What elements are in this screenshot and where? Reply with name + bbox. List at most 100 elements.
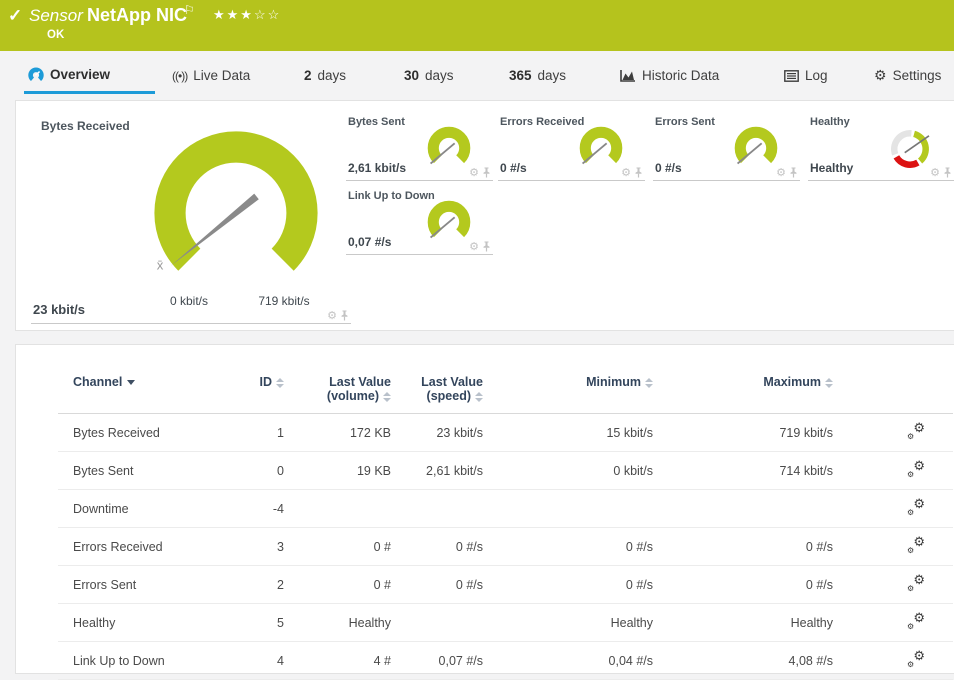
tab-365-days-number: 365 (509, 68, 532, 83)
gauge-settings-gear-icon[interactable]: ⚙ (930, 166, 940, 179)
column-header-last-value-speed[interactable]: Last Value (speed) (391, 371, 483, 414)
channel-id: 2 (238, 566, 284, 604)
channel-settings-gears-icon[interactable]: ⚙⚙ (907, 423, 925, 439)
column-header-actions (833, 371, 953, 414)
pin-icon[interactable] (943, 167, 952, 178)
priority-stars[interactable]: ★★★☆☆ (213, 7, 281, 23)
average-marker: x̄ (157, 257, 164, 272)
last-value-speed (391, 490, 483, 528)
column-header-last-value-volume[interactable]: Last Value (volume) (284, 371, 391, 414)
channel-name: Bytes Sent (58, 452, 238, 490)
channels-panel: Channel ID Last Value (volume) Last Valu… (15, 344, 954, 674)
gauge-settings-gear-icon[interactable]: ⚙ (621, 166, 631, 179)
gauge-value: 0 #/s (500, 161, 527, 175)
bytes-received-gauge-dial: x̄ (116, 123, 356, 303)
last-value-volume (284, 490, 391, 528)
tab-log-label: Log (805, 68, 828, 83)
channel-settings-gears-icon[interactable]: ⚙⚙ (907, 613, 925, 629)
tab-overview[interactable]: Overview (24, 57, 155, 94)
channel-settings-gears-icon[interactable]: ⚙⚙ (907, 575, 925, 591)
table-row: Link Up to Down 4 4 # 0,07 #/s 0,04 #/s … (58, 642, 953, 680)
minimum-value: Healthy (483, 604, 653, 642)
channel-settings-gears-icon[interactable]: ⚙⚙ (907, 461, 925, 477)
last-value-speed: 0 #/s (391, 566, 483, 604)
tab-overview-label: Overview (50, 67, 110, 82)
channel-id: 1 (238, 414, 284, 452)
tab-settings[interactable]: ⚙ Settings (870, 57, 945, 94)
sensor-status-badge: OK (47, 29, 64, 41)
tab-bar: Overview ((•)) Live Data 2 days 30 days … (0, 51, 954, 97)
last-value-speed (391, 604, 483, 642)
channel-name: Downtime (58, 490, 238, 528)
sort-icon (276, 378, 284, 388)
pin-icon[interactable] (789, 167, 798, 178)
maximum-value: 0 #/s (653, 528, 833, 566)
column-header-id[interactable]: ID (238, 371, 284, 414)
object-kind-label: Sensor (29, 6, 83, 26)
table-row: Healthy 5 Healthy Healthy Healthy ⚙⚙ (58, 604, 953, 642)
tab-365-days[interactable]: 365 days (505, 57, 570, 94)
tab-historic-data-label: Historic Data (642, 68, 719, 83)
maximum-value: 4,08 #/s (653, 642, 833, 680)
minimum-value: 0 #/s (483, 528, 653, 566)
log-list-icon (784, 70, 799, 82)
gauge-bytes-received: Bytes Received x̄ 0 kbit/s 719 kbit/s 23… (31, 113, 351, 324)
status-ok-check-icon: ✓ (8, 6, 22, 26)
channel-id: 4 (238, 642, 284, 680)
column-header-channel[interactable]: Channel (58, 371, 238, 414)
sort-desc-icon (127, 380, 135, 385)
gauge-icon (28, 67, 44, 82)
gauge-value: 0,07 #/s (348, 235, 391, 249)
channel-name: Bytes Received (58, 414, 238, 452)
channel-settings-gears-icon[interactable]: ⚙⚙ (907, 499, 925, 515)
gauge-settings-gear-icon[interactable]: ⚙ (776, 166, 786, 179)
sensor-name: NetApp NIC (87, 5, 187, 26)
channel-table: Channel ID Last Value (volume) Last Valu… (58, 371, 953, 680)
tab-2-days[interactable]: 2 days (300, 57, 350, 94)
stars-empty: ☆☆ (254, 7, 281, 22)
tab-30-days[interactable]: 30 days (400, 57, 458, 94)
sort-icon (825, 378, 833, 388)
table-row: Bytes Received 1 172 KB 23 kbit/s 15 kbi… (58, 414, 953, 452)
sort-icon (645, 378, 653, 388)
gauge-link-up-to-down: Link Up to Down 0,07 #/s ⚙ (346, 187, 493, 255)
gauge-bytes-sent: Bytes Sent 2,61 kbit/s ⚙ (346, 113, 493, 181)
gauge-errors-received: Errors Received 0 #/s ⚙ (498, 113, 645, 181)
maximum-value: 714 kbit/s (653, 452, 833, 490)
last-value-speed: 2,61 kbit/s (391, 452, 483, 490)
tab-2-days-number: 2 (304, 68, 312, 83)
tab-historic-data[interactable]: Historic Data (616, 57, 723, 94)
pin-icon[interactable] (482, 241, 491, 252)
pin-icon[interactable] (634, 167, 643, 178)
gauge-value: 0 #/s (655, 161, 682, 175)
pin-icon[interactable] (482, 167, 491, 178)
minimum-value: 0,04 #/s (483, 642, 653, 680)
last-value-volume: 172 KB (284, 414, 391, 452)
tab-settings-label: Settings (893, 68, 942, 83)
column-header-minimum[interactable]: Minimum (483, 371, 653, 414)
tab-30-days-label: days (425, 68, 454, 83)
table-row: Downtime -4 ⚙⚙ (58, 490, 953, 528)
last-value-volume: 4 # (284, 642, 391, 680)
gear-icon: ⚙ (874, 67, 887, 84)
channel-settings-gears-icon[interactable]: ⚙⚙ (907, 651, 925, 667)
maximum-value (653, 490, 833, 528)
column-header-maximum[interactable]: Maximum (653, 371, 833, 414)
tab-live-data[interactable]: ((•)) Live Data (168, 57, 254, 94)
gauge-settings-gear-icon[interactable]: ⚙ (469, 240, 479, 253)
gauge-settings-gear-icon[interactable]: ⚙ (327, 309, 337, 322)
minimum-value (483, 490, 653, 528)
channel-id: 5 (238, 604, 284, 642)
tab-log[interactable]: Log (780, 57, 832, 94)
table-row: Errors Received 3 0 # 0 #/s 0 #/s 0 #/s … (58, 528, 953, 566)
gauge-settings-gear-icon[interactable]: ⚙ (469, 166, 479, 179)
channel-settings-gears-icon[interactable]: ⚙⚙ (907, 537, 925, 553)
pin-icon[interactable] (340, 310, 349, 321)
live-signal-icon: ((•)) (172, 69, 187, 83)
last-value-volume: 0 # (284, 528, 391, 566)
gauge-healthy: Healthy Healthy ⚙ (808, 113, 954, 181)
table-row: Bytes Sent 0 19 KB 2,61 kbit/s 0 kbit/s … (58, 452, 953, 490)
table-row: Errors Sent 2 0 # 0 #/s 0 #/s 0 #/s ⚙⚙ (58, 566, 953, 604)
gauge-title: Bytes Sent (348, 116, 405, 128)
channel-id: 0 (238, 452, 284, 490)
